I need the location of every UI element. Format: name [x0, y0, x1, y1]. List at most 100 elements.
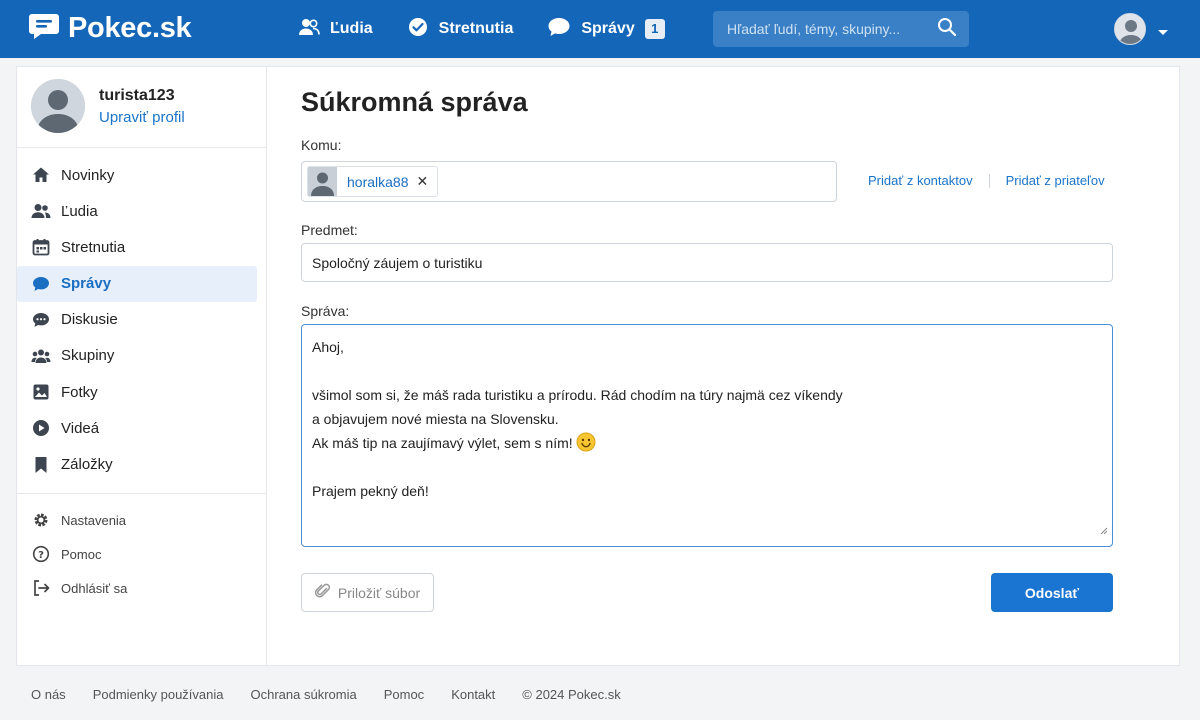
message-line-with-emoji: Ak máš tip na zaujímavý výlet, sem s ním… [312, 431, 1102, 455]
chevron-down-icon[interactable] [1157, 24, 1169, 42]
check-badge-icon [407, 16, 429, 43]
sidebar-item-label: Diskusie [61, 311, 118, 329]
footer: O nás Podmienky používania Ochrana súkro… [31, 687, 648, 702]
divider [988, 173, 990, 188]
help-icon: ? [31, 544, 51, 564]
nav-people-label: Ľudia [330, 20, 373, 37]
message-line: všimol som si, že máš rada turistiku a p… [312, 387, 843, 403]
footer-link-contact[interactable]: Kontakt [451, 687, 495, 702]
sidebar-item-label: Správy [61, 275, 112, 293]
attach-file-button[interactable]: Priložiť súbor [301, 573, 434, 612]
main-card: turista123 Upraviť profil Novinky Ľudia … [16, 66, 1180, 666]
message-line: Ahoj, [312, 339, 344, 355]
recipient-name[interactable]: horalka88 [347, 174, 409, 190]
recipient-field[interactable]: horalka88 ✕ [301, 161, 837, 202]
search-input[interactable] [727, 21, 937, 37]
page-title: Súkromná správa [301, 87, 528, 117]
add-from-friends-link[interactable]: Pridať z priateľov [1006, 173, 1105, 188]
divider [17, 147, 267, 148]
to-label: Komu: [301, 137, 342, 153]
sidebar-item-label: Ľudia [61, 202, 98, 220]
group-icon [31, 346, 51, 366]
sidebar-item-label: Videá [61, 419, 100, 437]
search-icon[interactable] [937, 17, 957, 42]
edit-profile-link[interactable]: Upraviť profil [99, 109, 185, 126]
svg-text:?: ? [38, 550, 44, 561]
sidebar-item-label: Záložky [61, 456, 113, 473]
avatar[interactable] [31, 79, 85, 133]
message-line: Ak máš tip na zaujímavý výlet, sem s ním… [312, 435, 573, 451]
message-textarea[interactable]: Ahoj, všimol som si, že máš rada turisti… [301, 324, 1113, 547]
chat-icon [31, 274, 51, 294]
profile-username: turista123 [99, 86, 175, 104]
sidebar-item-odhlasit[interactable]: Odhlásiť sa [17, 571, 267, 605]
nav-meetings-label: Stretnutia [438, 20, 514, 37]
sidebar-item-fotky[interactable]: Fotky [17, 374, 267, 410]
sidebar-item-pomoc[interactable]: ? Pomoc [17, 537, 267, 571]
discussion-icon [31, 310, 51, 330]
sidebar-item-skupiny[interactable]: Skupiny [17, 338, 267, 374]
subject-input[interactable] [301, 243, 1113, 282]
sidebar-secondary-menu: Nastavenia ? Pomoc Odhlásiť sa [17, 503, 267, 606]
nav-people[interactable]: Ľudia [298, 17, 373, 42]
user-avatar[interactable] [1114, 13, 1146, 45]
footer-link-help[interactable]: Pomoc [384, 687, 424, 702]
send-button[interactable]: Odoslať [991, 573, 1113, 612]
sidebar-item-spravy[interactable]: Správy [17, 265, 257, 302]
people-icon [31, 201, 51, 221]
footer-link-terms[interactable]: Podmienky používania [93, 687, 224, 702]
sidebar-item-label: Fotky [61, 383, 98, 401]
home-icon [31, 165, 51, 185]
nav-messages-label: Správy [581, 20, 635, 37]
sidebar-item-videa[interactable]: Videá [17, 410, 267, 446]
sidebar-menu: Novinky Ľudia Stretnutia Správy Diskusie… [17, 157, 267, 483]
brand-name: Pokec.sk [68, 12, 192, 44]
top-navigation-bar: Pokec.sk Ľudia Stretnutia Správy 1 [0, 0, 1200, 58]
sidebar-item-label: Novinky [61, 166, 115, 184]
message-label: Správa: [301, 303, 350, 319]
chat-bubble-logo-icon [28, 12, 60, 45]
bookmark-icon [31, 455, 51, 475]
people-icon [298, 17, 320, 42]
calendar-icon [31, 237, 51, 257]
message-line: a objavujem nové miesta na Slovensku. [312, 411, 559, 427]
gear-icon [31, 510, 51, 530]
subject-label: Predmet: [301, 222, 358, 238]
chat-icon [547, 17, 571, 42]
sidebar-item-label: Nastavenia [61, 512, 127, 528]
sidebar-item-stretnutia[interactable]: Stretnutia [17, 229, 267, 265]
footer-link-about[interactable]: O nás [31, 687, 66, 702]
sidebar-item-diskusie[interactable]: Diskusie [17, 302, 267, 338]
paperclip-icon [314, 583, 331, 602]
sidebar-item-nastavenia[interactable]: Nastavenia [17, 503, 267, 537]
search-box [713, 11, 969, 47]
footer-copyright: © 2024 Pokec.sk [522, 687, 621, 702]
message-line [312, 455, 1102, 479]
footer-link-privacy[interactable]: Ochrana súkromia [251, 687, 357, 702]
logout-icon [31, 578, 51, 598]
sidebar-item-zalozky[interactable]: Záložky [17, 447, 267, 483]
smiley-emoji-icon [576, 432, 596, 452]
messages-count-badge: 1 [644, 19, 665, 39]
message-line: Prajem pekný deň! [312, 483, 429, 499]
add-recipient-links: Pridať z kontaktov Pridať z priateľov [868, 173, 1105, 188]
main-nav: Ľudia Stretnutia Správy 1 [298, 0, 699, 58]
close-icon[interactable]: ✕ [417, 173, 429, 190]
divider [17, 493, 267, 494]
sidebar-item-label: Stretnutia [61, 238, 126, 256]
sidebar-item-label: Skupiny [61, 347, 115, 365]
resize-handle-icon[interactable] [1100, 518, 1108, 542]
add-from-contacts-link[interactable]: Pridať z kontaktov [868, 173, 973, 188]
sidebar-item-label: Pomoc [61, 546, 102, 562]
message-line [312, 359, 1102, 383]
recipient-chip: horalka88 ✕ [307, 166, 439, 197]
brand-logo[interactable]: Pokec.sk [28, 12, 192, 45]
video-icon [31, 418, 51, 438]
sidebar-item-ludia[interactable]: Ľudia [17, 193, 267, 229]
sidebar-item-label: Odhlásiť sa [61, 580, 128, 596]
sidebar-item-novinky[interactable]: Novinky [17, 157, 267, 193]
attach-file-label: Priložiť súbor [337, 584, 421, 601]
compose-message-form: Súkromná správa Komu: horalka88 ✕ Pridať… [301, 67, 1161, 665]
nav-meetings[interactable]: Stretnutia [407, 16, 514, 43]
nav-messages[interactable]: Správy 1 [547, 17, 665, 42]
